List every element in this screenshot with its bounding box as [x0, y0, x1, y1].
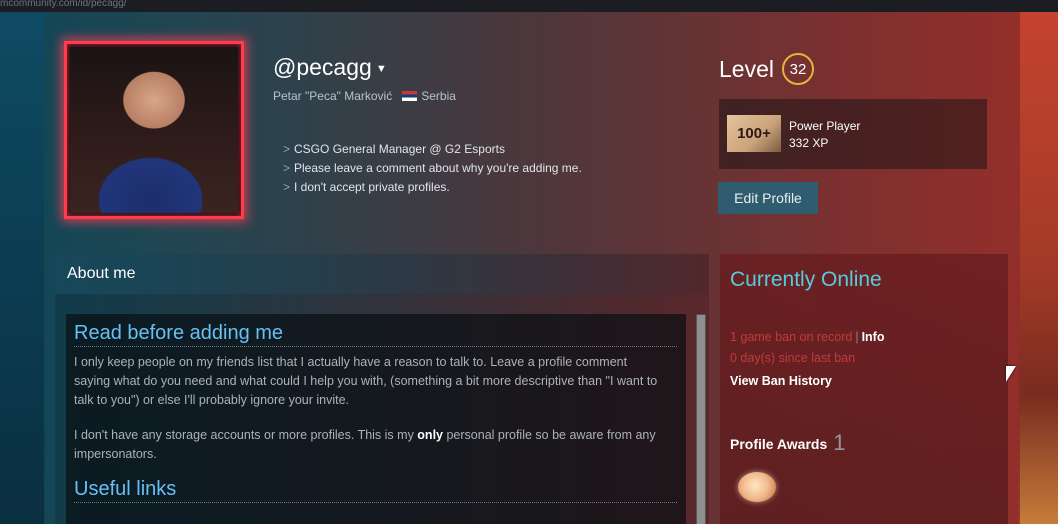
- badge-xp: 332 XP: [789, 136, 829, 150]
- url-text: mcommunity.com/id/pecagg/: [0, 0, 127, 9]
- username-text: @pecagg: [273, 54, 372, 80]
- status-panel: Currently Online 1 game ban on record | In…: [720, 254, 1008, 524]
- profile-page: @pecagg ▼ Petar "Peca" Marković Serbia > CS…: [44, 12, 1020, 524]
- about-paragraph: I don't have any storage accounts or mor…: [74, 428, 656, 461]
- persona-name[interactable]: @pecagg ▼: [273, 54, 387, 81]
- ban-days: 0 day(s) since last ban: [730, 351, 856, 365]
- ban-status: 1 game ban on record | Info: [730, 330, 885, 344]
- country-text: Serbia: [421, 89, 456, 103]
- favorite-badge[interactable]: 100+ Power Player 332 XP: [719, 99, 987, 169]
- award-icon[interactable]: [738, 472, 776, 502]
- summary-line: > Please leave a comment about why you're…: [283, 161, 582, 175]
- scrollbar[interactable]: [696, 314, 706, 524]
- real-name: Petar "Peca" Marković Serbia: [273, 89, 456, 103]
- about-header: About me: [55, 254, 709, 294]
- mouse-cursor-icon: [1006, 366, 1016, 382]
- summary-line: > I don't accept private profiles.: [283, 180, 450, 194]
- avatar-frame[interactable]: [64, 41, 244, 219]
- background-left: [0, 12, 45, 524]
- view-ban-history-link[interactable]: View Ban History: [730, 374, 832, 388]
- badge-icon: 100+: [727, 115, 781, 152]
- about-section: About me Read before adding me I only ke…: [55, 254, 709, 524]
- browser-url-bar[interactable]: mcommunity.com/id/pecagg/: [0, 0, 1058, 12]
- edit-profile-button[interactable]: Edit Profile: [718, 182, 818, 214]
- background-right: [1018, 12, 1058, 524]
- profile-summary: > CSGO General Manager @ G2 Esports > Plea…: [283, 140, 582, 197]
- level-label: Level: [719, 55, 774, 82]
- real-name-text: Petar "Peca" Marković: [273, 89, 393, 103]
- level-badge[interactable]: 32: [781, 53, 814, 85]
- serbia-flag-icon: [402, 91, 418, 101]
- ban-info-link[interactable]: Info: [862, 330, 885, 344]
- online-status: Currently Online: [730, 268, 882, 291]
- avatar: [70, 47, 238, 213]
- level-display: Level 32: [719, 53, 814, 85]
- about-heading: Read before adding me: [74, 322, 677, 347]
- about-body: Read before adding me I only keep people…: [66, 314, 686, 524]
- about-heading: Useful links: [74, 478, 677, 503]
- awards-count: 1: [833, 430, 846, 455]
- profile-awards-link[interactable]: Profile Awards 1: [730, 430, 846, 456]
- summary-line: > CSGO General Manager @ G2 Esports: [283, 142, 505, 156]
- about-paragraph: I only keep people on my friends list th…: [74, 355, 658, 407]
- caret-down-icon[interactable]: ▼: [376, 63, 387, 75]
- badge-name: Power Player: [789, 119, 861, 133]
